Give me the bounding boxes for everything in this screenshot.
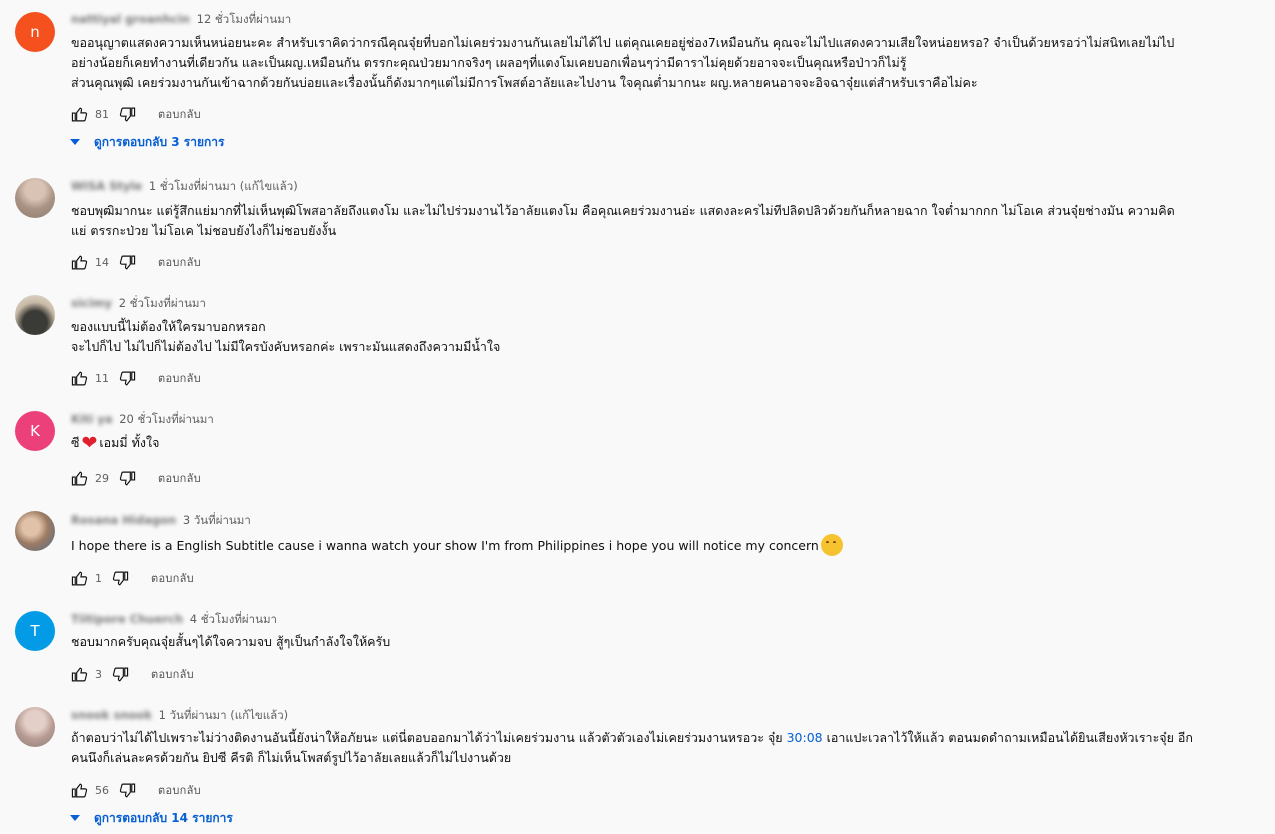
comment-author[interactable]: nattiyal groanhcin (71, 12, 190, 26)
comment-actions: 29 ตอบกลับ (71, 468, 201, 488)
comment-line: คนนึงก็เล่นละครด้วยกัน ยิปซี คีรติ ก็ไม่… (71, 750, 512, 765)
like-count: 29 (95, 471, 109, 485)
thumbs-down-icon[interactable] (119, 782, 136, 799)
heart-emoji-icon: ❤ (81, 432, 98, 454)
comment-text: ชอบพุฒิมากนะ แต่รู้สึกแย่มากที่ไม่เห็นพุ… (71, 201, 1253, 241)
comment-line: แย่ ตรรกะป่วย ไม่โอเค ไม่ชอบยังไงก็ไม่ชอ… (71, 223, 337, 238)
like-count: 11 (95, 371, 109, 385)
chevron-down-icon (70, 139, 80, 145)
thumbs-up-icon[interactable] (71, 370, 88, 387)
avatar[interactable]: n (15, 12, 55, 52)
avatar-letter: n (30, 23, 40, 41)
thumbs-down-icon[interactable] (119, 470, 136, 487)
like-count: 81 (95, 107, 109, 121)
thumbs-down-icon[interactable] (119, 106, 136, 123)
comment-text-part: ซี (71, 435, 80, 450)
comment-time[interactable]: 4 ชั่วโมงที่ผ่านมา (190, 612, 277, 626)
comment-text: ชอบมากครับคุณจุ๋ยสั้นๆได้ใจความจบ สู้ๆเป… (71, 632, 1253, 652)
comment-author[interactable]: sicimy (71, 296, 112, 310)
comment-actions: 14 ตอบกลับ (71, 252, 201, 272)
comment-text-part: ถ้าตอบว่าไม่ได้ไปเพราะไม่ว่างติดงานอันนี… (71, 730, 787, 745)
avatar[interactable] (15, 295, 55, 335)
comment-line: อย่างน้อยก็เคยทำงานที่เดียวกัน และเป็นผญ… (71, 55, 907, 70)
view-replies-button[interactable]: ดูการตอบกลับ 3 รายการ (68, 132, 224, 152)
comment-text: ขออนุญาตแสดงความเห็นหน่อยนะคะ สำหรับเราค… (71, 33, 1253, 93)
comment-author[interactable]: Kiti ya (71, 412, 113, 426)
thumbs-up-icon[interactable] (71, 254, 88, 271)
thumbs-up-icon[interactable] (71, 666, 88, 683)
thumbs-down-icon[interactable] (112, 570, 129, 587)
chevron-down-icon (70, 815, 80, 821)
avatar[interactable]: K (15, 411, 55, 451)
comment-meta: Tiitipore Chuerch 4 ชั่วโมงที่ผ่านมา (71, 611, 277, 627)
view-replies-label: ดูการตอบกลับ 14 รายการ (94, 810, 233, 825)
comment-author[interactable]: WISA Style (71, 179, 142, 193)
like-count: 3 (95, 667, 102, 681)
reply-button[interactable]: ตอบกลับ (158, 469, 201, 487)
like-count: 56 (95, 783, 109, 797)
like-count: 14 (95, 255, 109, 269)
reply-button[interactable]: ตอบกลับ (158, 105, 201, 123)
avatar-letter: K (30, 422, 40, 440)
reply-button[interactable]: ตอบกลับ (158, 369, 201, 387)
reply-button[interactable]: ตอบกลับ (151, 569, 194, 587)
comment-text: ซี ❤ เอมมี่ ทั้งใจ (71, 433, 1253, 453)
comment-line: ขออนุญาตแสดงความเห็นหน่อยนะคะ สำหรับเราค… (71, 35, 1175, 50)
comment-author[interactable]: snook snook (71, 708, 152, 722)
view-replies-label: ดูการตอบกลับ 3 รายการ (94, 134, 225, 149)
avatar-letter: T (30, 622, 40, 640)
comment-line: ของแบบนี้ไม่ต้องให้ใครมาบอกหรอก (71, 319, 266, 334)
reply-button[interactable]: ตอบกลับ (151, 665, 194, 683)
comment-author[interactable]: Tiitipore Chuerch (71, 612, 183, 626)
avatar[interactable] (15, 178, 55, 218)
reply-button[interactable]: ตอบกลับ (158, 781, 201, 799)
comment-text-part: เอมมี่ ทั้งใจ (99, 435, 160, 450)
comment-line: ส่วนคุณพุฒิ เคยร่วมงานกันเข้าฉากด้วยกันบ… (71, 75, 978, 90)
comment-time[interactable]: 20 ชั่วโมงที่ผ่านมา (119, 412, 214, 426)
comment-line: ถ้าตอบว่าไม่ได้ไปเพราะไม่ว่างติดงานอันนี… (71, 728, 1253, 748)
avatar[interactable] (15, 707, 55, 747)
thumbs-down-icon[interactable] (119, 370, 136, 387)
comment-meta: Rosana Hidagon 3 วันที่ผ่านมา (71, 512, 251, 528)
thumbs-down-icon[interactable] (112, 666, 129, 683)
timestamp-link[interactable]: 30:08 (787, 730, 823, 745)
hugging-face-emoji-icon (820, 534, 843, 556)
comment-author[interactable]: Rosana Hidagon (71, 513, 176, 527)
comment-time[interactable]: 1 วันที่ผ่านมา (แก้ไขแล้ว) (159, 708, 289, 722)
comment-actions: 81 ตอบกลับ (71, 104, 201, 124)
comment-actions: 56 ตอบกลับ (71, 780, 201, 800)
comment-time[interactable]: 1 ชั่วโมงที่ผ่านมา (แก้ไขแล้ว) (149, 179, 298, 193)
comment-time[interactable]: 3 วันที่ผ่านมา (183, 513, 251, 527)
like-count: 1 (95, 571, 102, 585)
comment-meta: snook snook 1 วันที่ผ่านมา (แก้ไขแล้ว) (71, 707, 288, 723)
comment-line: ชอบพุฒิมากนะ แต่รู้สึกแย่มากที่ไม่เห็นพุ… (71, 203, 1175, 218)
comment-actions: 3 ตอบกลับ (71, 664, 194, 684)
comment-time[interactable]: 12 ชั่วโมงที่ผ่านมา (197, 12, 292, 26)
comment-text-part: ชอบมากครับคุณจุ๋ยสั้นๆได้ใจความจบ สู้ๆเป… (71, 634, 391, 649)
comment-meta: nattiyal groanhcin 12 ชั่วโมงที่ผ่านมา (71, 11, 291, 27)
comment-actions: 11 ตอบกลับ (71, 368, 201, 388)
avatar[interactable] (15, 511, 55, 551)
comment-text-part: I hope there is a English Subtitle cause… (71, 538, 819, 553)
thumbs-up-icon[interactable] (71, 470, 88, 487)
comment-actions: 1 ตอบกลับ (71, 568, 194, 588)
thumbs-down-icon[interactable] (119, 254, 136, 271)
reply-button[interactable]: ตอบกลับ (158, 253, 201, 271)
comment-text: ของแบบนี้ไม่ต้องให้ใครมาบอกหรอกจะไปก็ไป … (71, 317, 1253, 357)
comment-text: I hope there is a English Subtitle cause… (71, 534, 1253, 556)
comment-text-part: เอาแปะเวลาไว้ให้แล้ว ตอนมดดำถามเหมือนได้… (822, 730, 1193, 745)
comment-meta: sicimy 2 ชั่วโมงที่ผ่านมา (71, 295, 206, 311)
thumbs-up-icon[interactable] (71, 106, 88, 123)
comment-meta: WISA Style 1 ชั่วโมงที่ผ่านมา (แก้ไขแล้ว… (71, 178, 298, 194)
view-replies-button[interactable]: ดูการตอบกลับ 14 รายการ (68, 808, 233, 828)
comment-line: จะไปก็ไป ไม่ไปก็ไม่ต้องไป ไม่มีใครบังคับ… (71, 339, 501, 354)
avatar[interactable]: T (15, 611, 55, 651)
thumbs-up-icon[interactable] (71, 570, 88, 587)
comment-meta: Kiti ya 20 ชั่วโมงที่ผ่านมา (71, 411, 214, 427)
comment-text: ถ้าตอบว่าไม่ได้ไปเพราะไม่ว่างติดงานอันนี… (71, 728, 1253, 768)
comment-time[interactable]: 2 ชั่วโมงที่ผ่านมา (119, 296, 206, 310)
thumbs-up-icon[interactable] (71, 782, 88, 799)
